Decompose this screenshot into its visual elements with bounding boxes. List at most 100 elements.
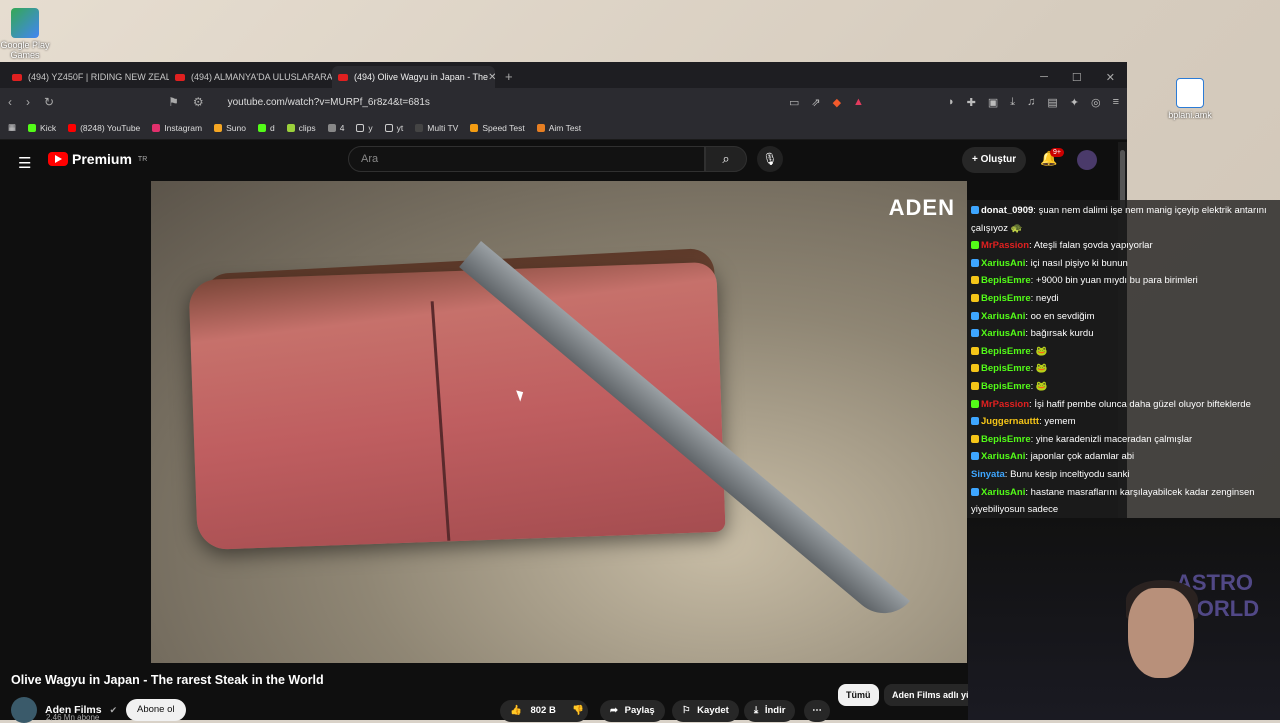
youtube-logo-icon xyxy=(48,152,68,166)
site-info-icon[interactable]: ⚙ xyxy=(193,95,204,109)
share-icon[interactable]: ⇗ xyxy=(811,96,820,109)
bookmark-item[interactable]: Aim Test xyxy=(536,122,582,133)
extensions-icon[interactable]: ✚ xyxy=(967,96,976,109)
bookmark-item[interactable]: 4 xyxy=(327,123,344,133)
video-player[interactable]: ADEN xyxy=(151,181,967,663)
share-label: Paylaş xyxy=(624,705,655,716)
menu-icon[interactable]: ≡ xyxy=(1113,96,1119,109)
download-arrow-icon: ⤓ xyxy=(754,705,759,716)
chat-text: Bunu kesip inceltiyodu sanki xyxy=(1010,468,1130,480)
bookmark-item[interactable]: Instagram xyxy=(152,123,202,133)
chat-username: BepisEmre xyxy=(981,380,1031,392)
more-icon: ⋯ xyxy=(812,705,822,716)
vpn-icon[interactable]: ◎ xyxy=(1091,96,1101,109)
cast-icon[interactable]: ▭ xyxy=(789,96,799,109)
bookmark-folder[interactable]: yt xyxy=(384,123,403,133)
chat-message: BepisEmre: 🐸 xyxy=(971,378,1276,396)
bookmark-label: Aim Test xyxy=(548,122,582,133)
new-tab-button[interactable]: + xyxy=(495,66,523,88)
apps-icon[interactable]: ▦ xyxy=(8,122,16,133)
chat-badge-icon xyxy=(971,434,979,443)
save-button[interactable]: ⚐ Kaydet xyxy=(672,700,739,722)
leo-icon[interactable]: ✦ xyxy=(1070,96,1079,109)
subscriber-count: 2,46 Mn abone xyxy=(46,713,100,722)
channel-avatar[interactable] xyxy=(11,697,37,723)
maximize-icon[interactable]: ☐ xyxy=(1072,71,1082,84)
chat-badge-icon xyxy=(971,311,979,320)
brave-shield-icon[interactable]: ◆ xyxy=(833,96,841,109)
chip-all[interactable]: Tümü xyxy=(838,684,879,706)
youtube-icon xyxy=(12,73,22,81)
chat-text: içi nasıl pişiyo ki bunun xyxy=(1030,257,1128,269)
chat-text: yiyebiliyosun sadece xyxy=(971,504,1059,516)
bookmark-item[interactable]: Multi TV xyxy=(415,123,458,133)
browser-tab[interactable]: (494) ALMANYA'DA ULUSLARARASI xyxy=(169,66,332,88)
reload-icon[interactable]: ↻ xyxy=(44,95,54,109)
browser-tab[interactable]: (494) YZ450F | RIDING NEW ZEALANI xyxy=(6,66,169,88)
bookmark-label: Instagram xyxy=(164,122,203,133)
bookmark-icon xyxy=(536,123,545,132)
google-play-games-icon[interactable]: Google Play Games xyxy=(0,8,55,60)
chat-message: XariusAni: oo en sevdiğim xyxy=(971,308,1276,326)
chat-message: BepisEmre: yine karadenizli maceradan ça… xyxy=(971,431,1276,449)
chat-text: İşi hafif pembe olunca daha güzel oluyor… xyxy=(1034,398,1251,410)
bookmark-item[interactable]: clips xyxy=(286,123,316,133)
bookmark-icon xyxy=(214,123,223,132)
youtube-premium-logo[interactable]: Premium TR xyxy=(48,151,147,167)
bookmark-item[interactable]: (8248) YouTube xyxy=(68,123,140,133)
chat-badge-icon xyxy=(971,364,979,373)
music-icon[interactable]: ♫ xyxy=(1027,96,1035,109)
logo-text: Premium xyxy=(72,151,132,167)
chat-badge-icon xyxy=(971,241,979,250)
chat-message: MrPassion: Ateşli falan şovda yapıyorlar xyxy=(971,237,1276,255)
close-window-icon[interactable]: ✕ xyxy=(1106,71,1115,84)
bookmark-item[interactable]: d xyxy=(257,122,275,133)
sidebar-icon[interactable]: ▣ xyxy=(988,96,998,109)
subscribe-button[interactable]: Abone ol xyxy=(126,699,186,721)
chat-username: XariusAni xyxy=(981,328,1026,340)
search-icon[interactable]: ⌕ xyxy=(705,146,747,172)
dislike-button[interactable]: 👎 xyxy=(562,700,594,722)
search-input[interactable]: Ara xyxy=(348,146,705,172)
address-bar: ‹ › ↻ ⚑ ⚙ youtube.com/watch?v=MURPf_6r8z… xyxy=(0,88,1127,116)
bookmark-icon xyxy=(28,123,37,132)
close-tab-icon[interactable]: ✕ xyxy=(488,72,495,83)
chat-username: XariusAni xyxy=(981,486,1026,498)
bookmark-item[interactable]: Kick xyxy=(28,123,56,133)
account-avatar[interactable] xyxy=(1077,150,1097,170)
chip-channel[interactable]: Aden Films adlı yük xyxy=(884,684,968,706)
browser-tab-active[interactable]: (494) Olive Wagyu in Japan - The ✕ xyxy=(332,66,495,88)
hamburger-menu-icon[interactable]: ☰ xyxy=(18,154,31,172)
url-field[interactable]: youtube.com/watch?v=MURPf_6r8z4&t=681s xyxy=(228,97,775,108)
bookmark-folder[interactable]: y xyxy=(356,122,373,133)
chat-username: BepisEmre xyxy=(981,363,1031,375)
minimize-icon[interactable]: ─ xyxy=(1040,71,1048,83)
download-button[interactable]: ⤓ İndir xyxy=(744,700,796,722)
create-button[interactable]: + Oluştur xyxy=(962,147,1027,173)
chat-message: BepisEmre: 🐸 xyxy=(971,343,1276,361)
bookmark-icon[interactable]: ⚑ xyxy=(168,95,179,109)
folder-icon xyxy=(384,123,393,132)
bookmark-item[interactable]: Suno xyxy=(214,123,246,133)
file-icon[interactable]: bplani.amk xyxy=(1160,78,1220,120)
chat-badge-icon xyxy=(971,293,979,302)
chat-badge-icon xyxy=(971,381,979,390)
thumbs-up-icon: 👍 xyxy=(510,705,522,716)
wallet-icon[interactable]: ▤ xyxy=(1047,96,1057,109)
bookmark-label: d xyxy=(269,122,275,133)
chat-badge-icon xyxy=(971,276,979,285)
brave-rewards-icon[interactable]: ▲ xyxy=(853,96,864,109)
bookmark-item[interactable]: Speed Test xyxy=(470,123,525,133)
audio-icon[interactable]: ◗ xyxy=(948,96,955,109)
share-button[interactable]: ➦ Paylaş xyxy=(600,700,665,722)
verified-icon: ✔ xyxy=(109,704,118,715)
more-actions-button[interactable]: ⋯ xyxy=(804,700,830,722)
bookmark-icon xyxy=(257,123,266,132)
microphone-icon[interactable]: 🎙 xyxy=(757,146,783,172)
forward-icon[interactable]: › xyxy=(26,95,30,109)
download-icon[interactable]: ⤓ xyxy=(1010,96,1015,109)
back-icon[interactable]: ‹ xyxy=(8,95,12,109)
chat-username: BepisEmre xyxy=(981,345,1031,357)
bookmark-label: y xyxy=(368,122,373,133)
video-title: Olive Wagyu in Japan - The rarest Steak … xyxy=(11,673,324,687)
